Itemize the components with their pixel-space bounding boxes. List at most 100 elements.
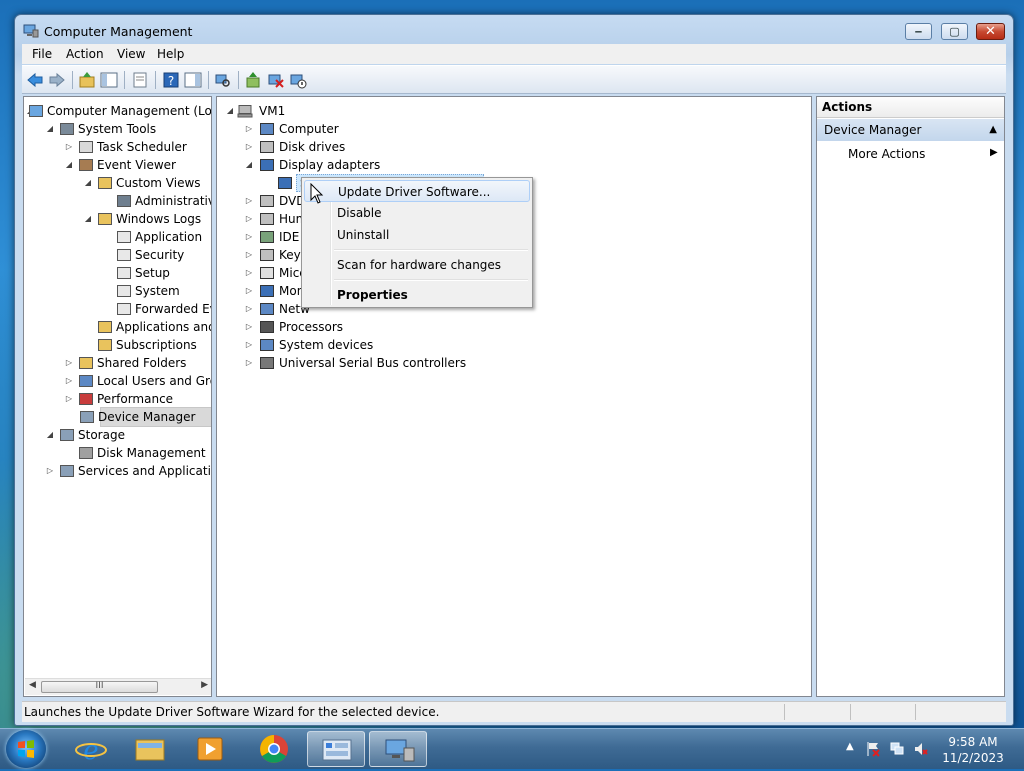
tree-node[interactable]: Administrative E <box>24 192 211 210</box>
expanded-arrow-icon[interactable]: ◢ <box>225 102 235 120</box>
collapsed-arrow-icon[interactable]: ▷ <box>64 372 74 390</box>
tree-node[interactable]: System <box>24 282 211 300</box>
expanded-arrow-icon[interactable]: ◢ <box>64 156 74 174</box>
collapsed-arrow-icon[interactable]: ▷ <box>244 192 254 210</box>
scroll-thumb[interactable]: III <box>41 681 158 693</box>
system-clock[interactable]: 9:58 AM 11/2/2023 <box>938 734 1008 766</box>
menu-help[interactable]: Help <box>157 47 184 61</box>
taskbar-control-panel[interactable] <box>307 731 365 767</box>
tree-node[interactable]: Forwarded Event <box>24 300 211 318</box>
collapse-up-icon[interactable]: ▲ <box>989 119 997 141</box>
ctx-update-driver[interactable]: Update Driver Software... <box>304 180 530 202</box>
taskbar-computer-management[interactable] <box>369 731 427 767</box>
tree-node-category[interactable]: ▷ Processors <box>217 318 577 336</box>
collapsed-arrow-icon[interactable]: ▷ <box>64 390 74 408</box>
uninstall-device-icon[interactable] <box>267 71 285 89</box>
collapsed-arrow-icon[interactable]: ▷ <box>244 246 254 264</box>
tree-node-category[interactable]: ▷ System devices <box>217 336 577 354</box>
tree-node[interactable]: Security <box>24 246 211 264</box>
collapsed-arrow-icon[interactable]: ▷ <box>244 300 254 318</box>
show-hide-tree-icon[interactable] <box>100 71 118 89</box>
tree-node[interactable]: ◢ System Tools <box>24 120 211 138</box>
collapsed-arrow-icon[interactable]: ▷ <box>244 210 254 228</box>
collapsed-arrow-icon[interactable]: ▷ <box>244 336 254 354</box>
tree-node[interactable]: ◢ Custom Views <box>24 174 211 192</box>
show-hidden-icons-icon[interactable]: ▲ <box>846 741 854 752</box>
expanded-arrow-icon[interactable]: ◢ <box>244 156 254 174</box>
collapsed-arrow-icon[interactable]: ▷ <box>244 264 254 282</box>
collapsed-arrow-icon[interactable]: ▷ <box>64 354 74 372</box>
taskbar-windows-explorer[interactable] <box>121 731 179 767</box>
show-action-pane-icon[interactable] <box>184 71 202 89</box>
collapsed-arrow-icon[interactable]: ▷ <box>244 228 254 246</box>
action-center-flag-icon[interactable] <box>866 741 880 757</box>
collapsed-arrow-icon[interactable]: ▷ <box>244 120 254 138</box>
collapsed-arrow-icon[interactable]: ▷ <box>45 462 55 480</box>
menu-action[interactable]: Action <box>66 47 104 61</box>
collapsed-arrow-icon[interactable]: ▷ <box>244 138 254 156</box>
ctx-disable[interactable]: Disable <box>304 202 530 224</box>
collapsed-arrow-icon[interactable]: ▷ <box>244 282 254 300</box>
tree-node[interactable]: ▷ Shared Folders <box>24 354 211 372</box>
tree-node[interactable]: ◢ Event Viewer <box>24 156 211 174</box>
menu-view[interactable]: View <box>117 47 145 61</box>
tree-node-category[interactable]: ▷ Computer <box>217 120 577 138</box>
tree-node[interactable]: Application <box>24 228 211 246</box>
up-folder-icon[interactable] <box>78 71 96 89</box>
tree-node[interactable]: Applications and Se <box>24 318 211 336</box>
forward-arrow-icon[interactable] <box>48 71 66 89</box>
expanded-arrow-icon[interactable]: ◢ <box>83 210 93 228</box>
taskbar-internet-explorer[interactable]: e <box>62 731 120 767</box>
expanded-arrow-icon[interactable]: ◢ <box>45 426 55 444</box>
ctx-uninstall[interactable]: Uninstall <box>304 224 530 246</box>
disable-device-icon[interactable] <box>289 71 307 89</box>
expanded-arrow-icon[interactable]: ◢ <box>83 174 93 192</box>
tree-node[interactable]: ◢ Storage <box>24 426 211 444</box>
horizontal-scrollbar[interactable]: ◀ III ▶ <box>25 678 211 695</box>
collapsed-arrow-icon[interactable]: ▷ <box>244 318 254 336</box>
help-icon[interactable]: ? <box>162 71 180 89</box>
tree-node[interactable]: ◢ Windows Logs <box>24 210 211 228</box>
actions-section-device-manager[interactable]: Device Manager ▲ <box>817 119 1004 141</box>
tree-node[interactable]: ▷ Services and Applications <box>24 462 211 480</box>
actions-header: Actions <box>817 97 1004 118</box>
console-tree[interactable]: ◢Computer Management (Local◢System Tools… <box>23 96 212 697</box>
taskbar-chrome[interactable] <box>245 731 303 767</box>
taskbar-media-player[interactable] <box>181 731 239 767</box>
tree-node[interactable]: Setup <box>24 264 211 282</box>
scan-hardware-icon[interactable] <box>214 71 232 89</box>
close-button[interactable]: ✕ <box>976 23 1005 40</box>
more-actions-item[interactable]: More Actions <box>848 146 925 162</box>
scroll-right-icon[interactable]: ▶ <box>201 680 208 690</box>
update-driver-icon[interactable] <box>245 71 263 89</box>
ctx-properties[interactable]: Properties <box>304 284 530 306</box>
tree-node-category[interactable]: ▷ Disk drives <box>217 138 577 156</box>
tree-node[interactable]: ▷ Task Scheduler <box>24 138 211 156</box>
log-icon <box>117 231 131 243</box>
tree-node[interactable]: Device Manager <box>80 407 211 427</box>
computer-icon <box>237 105 253 118</box>
volume-muted-icon[interactable] <box>914 741 928 757</box>
tree-node[interactable]: ▷ Local Users and Groups <box>24 372 211 390</box>
expanded-arrow-icon[interactable]: ◢ <box>45 120 55 138</box>
maximize-button[interactable]: ▢ <box>941 23 968 40</box>
collapsed-arrow-icon[interactable]: ▷ <box>244 354 254 372</box>
tree-node-category[interactable]: ▷ Universal Serial Bus controllers <box>217 354 577 372</box>
menu-file[interactable]: File <box>32 47 52 61</box>
scroll-left-icon[interactable]: ◀ <box>29 680 36 690</box>
start-button[interactable] <box>6 730 46 768</box>
back-arrow-icon[interactable] <box>26 71 44 89</box>
minimize-button[interactable]: ‒ <box>905 23 932 40</box>
network-icon[interactable] <box>890 741 904 757</box>
tree-node[interactable]: Subscriptions <box>24 336 211 354</box>
collapsed-arrow-icon[interactable]: ▷ <box>64 138 74 156</box>
tree-node[interactable]: ▷ Performance <box>24 390 211 408</box>
properties-icon[interactable] <box>131 71 149 89</box>
ctx-scan-hardware[interactable]: Scan for hardware changes <box>304 254 530 276</box>
title-bar[interactable]: Computer Management ‒ ▢ ✕ <box>15 15 1013 47</box>
tree-node[interactable]: Disk Management <box>24 444 211 462</box>
tree-node-root[interactable]: ◢ VM1 <box>217 102 517 120</box>
tree-node[interactable]: ◢Computer Management (Local <box>24 102 211 120</box>
tree-node-label: Storage <box>78 428 125 442</box>
tree-node-category[interactable]: ◢ Display adapters <box>217 156 577 174</box>
